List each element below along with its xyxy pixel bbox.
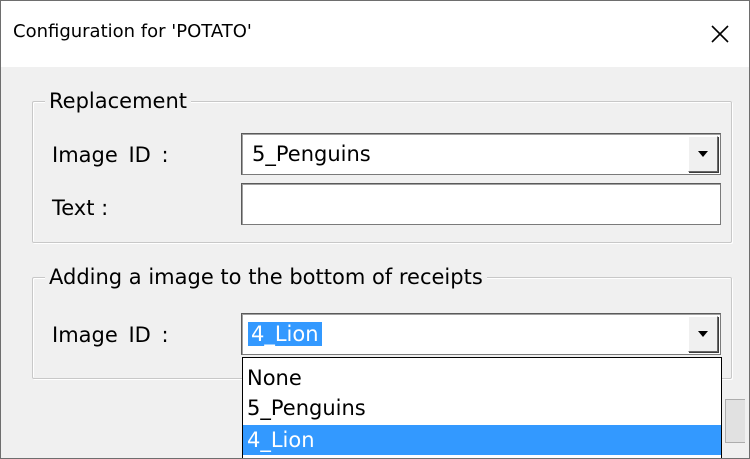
replacement-legend: Replacement: [45, 89, 191, 113]
replacement-image-id-dropdown-button[interactable]: [688, 136, 718, 172]
close-button[interactable]: [691, 11, 749, 57]
receipt-bottom-image-legend: Adding a image to the bottom of receipts: [45, 265, 487, 289]
receipt-bottom-image-id-value: 4_Lion: [248, 322, 322, 346]
chevron-down-icon: [698, 151, 708, 157]
replacement-image-id-select[interactable]: 5_Penguins: [241, 133, 721, 175]
replacement-image-id-label: Image ID :: [52, 143, 169, 167]
configuration-dialog: Configuration for 'POTATO' Replacement I…: [0, 0, 750, 459]
close-icon: [711, 25, 729, 43]
option-4-lion[interactable]: 4_Lion: [243, 425, 721, 455]
title-bar[interactable]: Configuration for 'POTATO': [1, 1, 749, 67]
replacement-text-label: Text :: [52, 196, 109, 220]
option-5-penguins[interactable]: 5_Penguins: [243, 393, 721, 423]
receipt-bottom-image-id-label: Image ID :: [52, 323, 169, 347]
receipt-bottom-image-id-dropdown-button[interactable]: [688, 316, 718, 352]
receipt-bottom-image-id-options: None 5_Penguins 4_Lion: [242, 357, 722, 458]
ok-button[interactable]: [725, 399, 745, 443]
receipt-bottom-image-id-select[interactable]: 4_Lion: [241, 313, 721, 355]
replacement-text-field[interactable]: [241, 183, 721, 225]
option-none[interactable]: None: [243, 363, 721, 393]
dialog-title: Configuration for 'POTATO': [13, 21, 252, 42]
replacement-image-id-value: 5_Penguins: [252, 142, 371, 166]
chevron-down-icon: [698, 331, 708, 337]
